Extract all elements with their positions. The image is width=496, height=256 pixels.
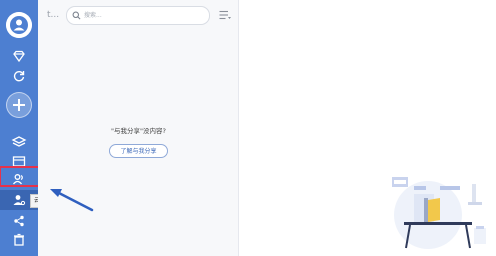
- share-icon[interactable]: [11, 213, 27, 229]
- diamond-icon[interactable]: [11, 49, 27, 65]
- learn-share-button[interactable]: 了解与我分享: [109, 144, 168, 158]
- trash-icon[interactable]: [11, 232, 27, 248]
- search-icon: [72, 11, 81, 20]
- avatar[interactable]: [6, 12, 32, 38]
- share-panel: t... "与我分享"没内容? 了解与我分享: [38, 0, 239, 256]
- layers-icon[interactable]: [11, 134, 27, 150]
- refresh-icon[interactable]: [11, 68, 27, 84]
- search-box[interactable]: [66, 6, 210, 25]
- sort-menu-icon[interactable]: [219, 10, 231, 20]
- collapse-icon[interactable]: t...: [47, 10, 59, 20]
- empty-message: "与我分享"没内容?: [111, 127, 166, 135]
- sidebar: [0, 0, 38, 256]
- desk-illustration: [392, 177, 486, 249]
- user-icon: [6, 12, 32, 38]
- cooperate-icon[interactable]: [11, 192, 27, 208]
- search-input[interactable]: [84, 8, 202, 22]
- add-button[interactable]: [6, 92, 32, 118]
